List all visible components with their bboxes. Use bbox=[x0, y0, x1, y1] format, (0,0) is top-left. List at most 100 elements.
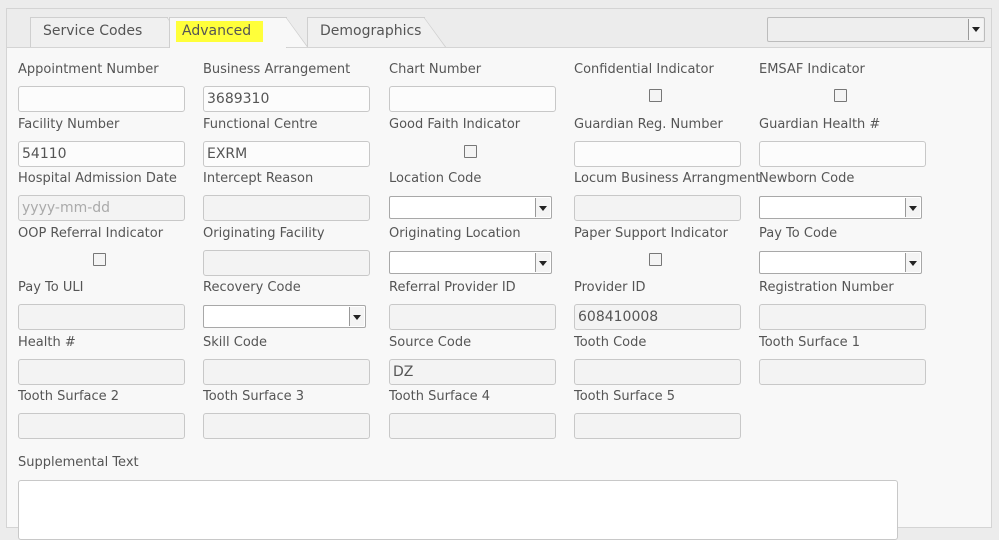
tab-label: Advanced bbox=[176, 21, 264, 42]
functional-centre-field: Functional Centre bbox=[203, 117, 370, 167]
paper-support-indicator-checkbox[interactable] bbox=[649, 253, 662, 266]
tab-demographics[interactable]: Demographics bbox=[307, 17, 446, 47]
pay-to-code-select[interactable] bbox=[759, 251, 922, 274]
field-label: Functional Centre bbox=[203, 117, 318, 132]
skill-code-input[interactable] bbox=[203, 359, 370, 385]
field-label: Originating Facility bbox=[203, 226, 325, 241]
field-label: Skill Code bbox=[203, 335, 268, 350]
field-label: OOP Referral Indicator bbox=[18, 226, 164, 241]
facility-number-field: Facility Number bbox=[18, 117, 185, 167]
supplemental-text-field: Supplemental Text bbox=[18, 455, 139, 471]
registration-number-field: Registration Number bbox=[759, 280, 926, 330]
tab-label: Demographics bbox=[320, 23, 422, 39]
oop-referral-indicator-checkbox[interactable] bbox=[93, 253, 106, 266]
pay-to-uli-input[interactable] bbox=[18, 304, 185, 330]
registration-number-input[interactable] bbox=[759, 304, 926, 330]
field-label: Appointment Number bbox=[18, 62, 159, 77]
chart-number-field: Chart Number bbox=[389, 62, 556, 112]
tooth-surface-5-input[interactable] bbox=[574, 413, 741, 439]
field-label: Intercept Reason bbox=[203, 171, 314, 186]
field-label: Originating Location bbox=[389, 226, 521, 241]
originating-facility-input[interactable] bbox=[203, 250, 370, 276]
hospital-admission-date-input[interactable] bbox=[18, 195, 185, 221]
field-label: Health # bbox=[18, 335, 76, 350]
chevron-down-icon[interactable] bbox=[535, 253, 550, 272]
health-number-input[interactable] bbox=[18, 359, 185, 385]
paper-support-indicator-field: Paper Support Indicator bbox=[574, 226, 728, 266]
guardian-reg-number-field: Guardian Reg. Number bbox=[574, 117, 741, 167]
advanced-panel: Service Codes Advanced Demographics Appo… bbox=[6, 8, 992, 540]
source-code-field: Source Code bbox=[389, 335, 556, 385]
business-arrangement-input[interactable] bbox=[203, 86, 370, 112]
good-faith-indicator-checkbox[interactable] bbox=[464, 145, 477, 158]
location-code-select[interactable] bbox=[389, 196, 552, 219]
supplemental-text-area[interactable] bbox=[18, 480, 898, 540]
field-label: Supplemental Text bbox=[18, 455, 139, 470]
guardian-health-input[interactable] bbox=[759, 141, 926, 167]
chevron-down-icon[interactable] bbox=[905, 253, 920, 272]
guardian-reg-number-input[interactable] bbox=[574, 141, 741, 167]
provider-id-input[interactable] bbox=[574, 304, 741, 330]
field-label: Tooth Surface 3 bbox=[203, 389, 305, 404]
field-label: Source Code bbox=[389, 335, 472, 350]
tab-service-codes[interactable]: Service Codes bbox=[30, 17, 189, 47]
field-label: Confidential Indicator bbox=[574, 62, 714, 77]
chevron-down-icon[interactable] bbox=[905, 198, 920, 217]
field-label: Recovery Code bbox=[203, 280, 301, 295]
intercept-reason-field: Intercept Reason bbox=[203, 171, 370, 221]
tab-label: Service Codes bbox=[43, 23, 143, 39]
field-label: Tooth Surface 4 bbox=[389, 389, 491, 404]
locum-business-arrangment-input[interactable] bbox=[574, 195, 741, 221]
tooth-code-input[interactable] bbox=[574, 359, 741, 385]
field-label: Location Code bbox=[389, 171, 482, 186]
appointment-number-field: Appointment Number bbox=[18, 62, 185, 112]
referral-provider-id-field: Referral Provider ID bbox=[389, 280, 556, 330]
facility-number-input[interactable] bbox=[18, 141, 185, 167]
originating-location-select[interactable] bbox=[389, 251, 552, 274]
field-label: Guardian Health # bbox=[759, 117, 881, 132]
source-code-input[interactable] bbox=[389, 359, 556, 385]
chevron-down-icon[interactable] bbox=[349, 307, 364, 326]
top-dropdown[interactable] bbox=[767, 17, 985, 42]
good-faith-indicator-field: Good Faith Indicator bbox=[389, 117, 520, 158]
emsaf-indicator-checkbox[interactable] bbox=[834, 89, 847, 102]
guardian-health-field: Guardian Health # bbox=[759, 117, 926, 167]
field-label: Facility Number bbox=[18, 117, 120, 132]
chevron-down-icon[interactable] bbox=[535, 198, 550, 217]
recovery-code-select[interactable] bbox=[203, 305, 366, 328]
tooth-surface-4-field: Tooth Surface 4 bbox=[389, 389, 556, 439]
tooth-surface-3-input[interactable] bbox=[203, 413, 370, 439]
field-label: Guardian Reg. Number bbox=[574, 117, 723, 132]
tooth-surface-2-field: Tooth Surface 2 bbox=[18, 389, 185, 439]
tooth-surface-1-field: Tooth Surface 1 bbox=[759, 335, 926, 385]
confidential-indicator-field: Confidential Indicator bbox=[574, 62, 714, 102]
tooth-code-field: Tooth Code bbox=[574, 335, 741, 385]
pay-to-code-field: Pay To Code bbox=[759, 226, 922, 274]
field-label: Provider ID bbox=[574, 280, 646, 295]
field-label: Business Arrangement bbox=[203, 62, 351, 77]
tab-advanced[interactable]: Advanced bbox=[169, 17, 308, 48]
field-label: Chart Number bbox=[389, 62, 482, 77]
confidential-indicator-checkbox[interactable] bbox=[649, 89, 662, 102]
provider-id-field: Provider ID bbox=[574, 280, 741, 330]
recovery-code-field: Recovery Code bbox=[203, 280, 366, 328]
field-label: Referral Provider ID bbox=[389, 280, 516, 295]
functional-centre-input[interactable] bbox=[203, 141, 370, 167]
tooth-surface-3-field: Tooth Surface 3 bbox=[203, 389, 370, 439]
intercept-reason-input[interactable] bbox=[203, 195, 370, 221]
chevron-down-icon[interactable] bbox=[968, 19, 983, 40]
tab-bar: Service Codes Advanced Demographics bbox=[7, 9, 991, 48]
business-arrangement-field: Business Arrangement bbox=[203, 62, 370, 112]
referral-provider-id-input[interactable] bbox=[389, 304, 556, 330]
tooth-surface-1-input[interactable] bbox=[759, 359, 926, 385]
field-label: Registration Number bbox=[759, 280, 894, 295]
tooth-surface-2-input[interactable] bbox=[18, 413, 185, 439]
field-label: Tooth Code bbox=[574, 335, 647, 350]
location-code-field: Location Code bbox=[389, 171, 552, 219]
appointment-number-input[interactable] bbox=[18, 86, 185, 112]
newborn-code-select[interactable] bbox=[759, 196, 922, 219]
tooth-surface-4-input[interactable] bbox=[389, 413, 556, 439]
chart-number-input[interactable] bbox=[389, 86, 556, 112]
pay-to-uli-field: Pay To ULI bbox=[18, 280, 185, 330]
tooth-surface-5-field: Tooth Surface 5 bbox=[574, 389, 741, 439]
